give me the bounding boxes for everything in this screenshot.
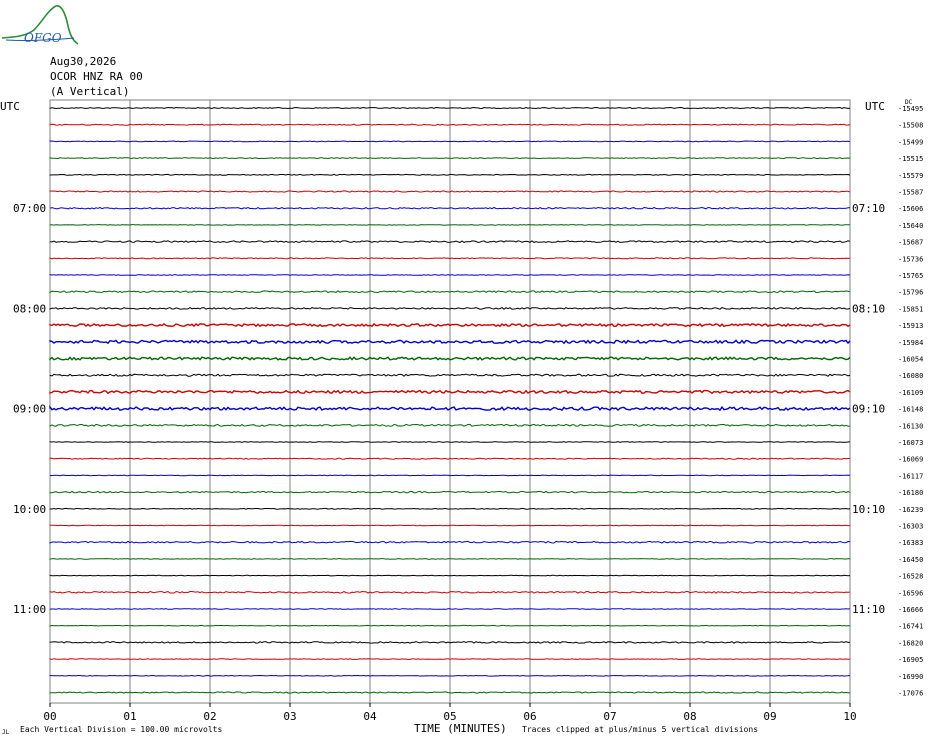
x-tick-label: 09 (763, 710, 776, 723)
trace-line (49, 558, 851, 560)
left-time-label: 10:00 (13, 503, 46, 516)
dc-offset-label: -15851 (898, 305, 923, 313)
dc-offset-label: -16073 (898, 439, 923, 447)
x-tick-label: 07 (603, 710, 616, 723)
scale-note: Each Vertical Division = 100.00 microvol… (20, 725, 223, 734)
left-utc-label: UTC (0, 100, 20, 113)
dc-header-label: DC (905, 99, 913, 106)
dc-offset-label: -15515 (898, 155, 923, 163)
dc-offset-label: -16303 (898, 523, 923, 531)
right-time-label: 08:10 (852, 302, 885, 315)
trace-line (49, 507, 851, 510)
trace-line (49, 524, 851, 527)
left-time-label: 07:00 (13, 202, 46, 215)
right-time-label: 07:10 (852, 202, 885, 215)
helicorder-plot: -15495 -15508 -15499 -15515 -15579 -15587 -156… (0, 99, 923, 723)
dc-offset-label: -16069 (898, 456, 923, 464)
dc-offset-label: -15984 (898, 339, 923, 347)
dc-offset-label: -16130 (898, 422, 923, 430)
dc-offset-label: -16148 (898, 406, 923, 414)
trace-line (49, 658, 850, 660)
trace-line (49, 441, 851, 443)
right-time-label: 10:10 (852, 503, 885, 516)
dc-offset-label: -16109 (898, 389, 923, 397)
dc-offset-label: -15606 (898, 205, 923, 213)
dc-offset-label: -16528 (898, 573, 923, 581)
x-tick-label: 00 (43, 710, 56, 723)
trace-line (49, 140, 851, 143)
trace-line (49, 674, 851, 677)
right-time-label: 09:10 (852, 403, 885, 416)
x-tick-label: 02 (203, 710, 216, 723)
dc-offset-label: -15765 (898, 272, 923, 280)
dc-offset-label: -16990 (898, 673, 923, 681)
trace-line (49, 106, 851, 110)
trace-line (49, 224, 851, 226)
dc-offset-label: -16741 (898, 623, 923, 631)
clip-note: Traces clipped at plus/minus 5 vertical … (522, 725, 759, 734)
left-time-label: 11:00 (13, 603, 46, 616)
dc-offset-label: -15579 (898, 172, 923, 180)
dc-offset-label: -16820 (898, 639, 923, 647)
dc-offset-label: -15687 (898, 239, 923, 247)
trace-line (49, 608, 851, 610)
dc-offset-label: -15587 (898, 189, 923, 197)
dc-offset-label: -15736 (898, 255, 923, 263)
dc-offset-label: -15640 (898, 222, 923, 230)
dc-offset-label: -16239 (898, 506, 923, 514)
dc-offset-label: -15499 (898, 138, 923, 146)
dc-offset-label: -16080 (898, 372, 923, 380)
dc-offset-label: -16054 (898, 356, 923, 364)
x-axis-label: TIME (MINUTES) (414, 722, 507, 735)
dc-offset-label: -16596 (898, 589, 923, 597)
right-utc-label: UTC (865, 100, 885, 113)
dc-offset-label: -15796 (898, 289, 923, 297)
dc-offset-label: -16666 (898, 606, 923, 614)
dc-offset-label: -16450 (898, 556, 923, 564)
dc-offset-label: -16180 (898, 489, 923, 497)
left-time-label: 09:00 (13, 403, 46, 416)
dc-offset-label: -16905 (898, 656, 923, 664)
trace-line (49, 624, 851, 627)
x-tick-label: 01 (123, 710, 136, 723)
right-time-label: 11:10 (852, 603, 885, 616)
x-tick-label: 08 (683, 710, 696, 723)
trace-line (49, 157, 851, 160)
left-time-label: 08:00 (13, 302, 46, 315)
trace-line (49, 474, 851, 477)
trace-line (49, 274, 851, 276)
x-tick-label: 04 (363, 710, 377, 723)
dc-offset-label: -16383 (898, 539, 923, 547)
footer-mark: JL (2, 729, 10, 736)
dc-offset-label: -15495 (898, 105, 923, 113)
dc-offset-label: -15508 (898, 122, 923, 130)
dc-offset-label: -17076 (898, 690, 923, 698)
x-tick-label: 03 (283, 710, 296, 723)
x-tick-label: 06 (523, 710, 536, 723)
dc-offset-label: -16117 (898, 472, 923, 480)
trace-line (49, 574, 851, 577)
x-tick-label: 10 (843, 710, 856, 723)
dc-offset-label: -15913 (898, 322, 923, 330)
